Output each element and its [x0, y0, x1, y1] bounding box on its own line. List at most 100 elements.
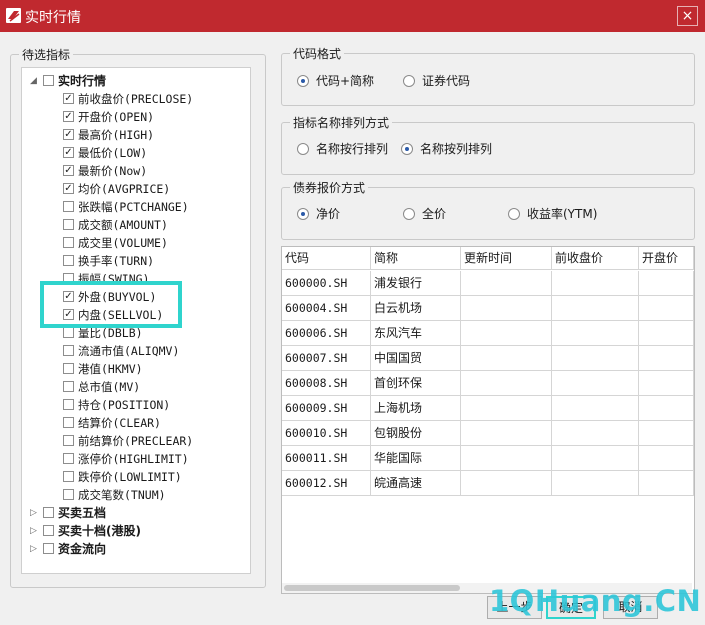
tree-collapsed-icon[interactable]: ▷: [30, 504, 37, 522]
checkbox-icon[interactable]: [43, 543, 54, 554]
checkbox-checked-icon[interactable]: ✓: [63, 147, 74, 158]
sort-mode-title: 指标名称排列方式: [290, 114, 393, 131]
tree-expanded-icon[interactable]: ◢: [30, 72, 37, 90]
column-header[interactable]: 简称: [371, 247, 461, 270]
tree-item-label: 最低价(LOW): [78, 146, 148, 160]
checkbox-icon[interactable]: [63, 327, 74, 338]
tree-collapsed-icon[interactable]: ▷: [30, 522, 37, 540]
tree-item[interactable]: 成交额(AMOUNT): [22, 216, 248, 234]
checkbox-icon[interactable]: [63, 399, 74, 410]
table-cell: [639, 471, 694, 496]
column-header[interactable]: 代码: [282, 247, 371, 270]
checkbox-icon[interactable]: [43, 507, 54, 518]
radio-security-code[interactable]: 证券代码: [403, 72, 503, 90]
radio-code-name[interactable]: 代码+简称: [297, 72, 397, 90]
radio-sort-by-row[interactable]: 名称按行排列: [297, 140, 397, 158]
tree-group-0[interactable]: ◢ 实时行情: [22, 72, 248, 90]
checkbox-checked-icon[interactable]: ✓: [63, 93, 74, 104]
table-cell: 东风汽车: [371, 321, 461, 346]
tree-item[interactable]: 港值(HKMV): [22, 360, 248, 378]
preview-table[interactable]: 代码 简称 更新时间 前收盘价 开盘价 600000.SH 浦发银行 600004.SH 白云机…: [281, 246, 695, 594]
close-button[interactable]: ×: [677, 6, 698, 26]
tree-item[interactable]: 流通市值(ALIQMV): [22, 342, 248, 360]
checkbox-icon[interactable]: [43, 75, 54, 86]
checkbox-icon[interactable]: [63, 489, 74, 500]
tree-group-3[interactable]: ▷ 资金流向: [22, 540, 248, 558]
table-cell: [639, 371, 694, 396]
tree-item[interactable]: 总市值(MV): [22, 378, 248, 396]
radio-sort-by-column[interactable]: 名称按列排列: [401, 140, 511, 158]
table-cell: [552, 371, 639, 396]
radio-full-price[interactable]: 全价: [403, 205, 483, 223]
tree-group-1[interactable]: ▷ 买卖五档: [22, 504, 248, 522]
tree-group-2[interactable]: ▷ 买卖十档(港股): [22, 522, 248, 540]
checkbox-checked-icon[interactable]: ✓: [63, 111, 74, 122]
checkbox-icon[interactable]: [43, 525, 54, 536]
checkbox-icon[interactable]: [63, 363, 74, 374]
tree-collapsed-icon[interactable]: ▷: [30, 540, 37, 558]
checkbox-icon[interactable]: [63, 453, 74, 464]
tree-item[interactable]: ✓ 最低价(LOW): [22, 144, 248, 162]
radio-icon: [403, 208, 415, 220]
table-cell: 600000.SH: [282, 271, 371, 296]
table-cell: [639, 321, 694, 346]
tree-item[interactable]: 张跌幅(PCTCHANGE): [22, 198, 248, 216]
tree-item[interactable]: 前结算价(PRECLEAR): [22, 432, 248, 450]
table-cell: 600004.SH: [282, 296, 371, 321]
table-cell: 600007.SH: [282, 346, 371, 371]
tree-item[interactable]: 结算价(CLEAR): [22, 414, 248, 432]
table-cell: [639, 446, 694, 471]
checkbox-icon[interactable]: [63, 345, 74, 356]
checkbox-icon[interactable]: [63, 255, 74, 266]
tree-item-label: 成交笔数(TNUM): [78, 488, 166, 502]
tree-item[interactable]: 持仓(POSITION): [22, 396, 248, 414]
checkbox-icon[interactable]: [63, 471, 74, 482]
tree-item-label: 涨停价(HIGHLIMIT): [78, 452, 189, 466]
tree-item-label: 流通市值(ALIQMV): [78, 344, 180, 358]
table-cell: [461, 446, 552, 471]
tree-item[interactable]: ✓ 最高价(HIGH): [22, 126, 248, 144]
tree-item[interactable]: ✓ 均价(AVGPRICE): [22, 180, 248, 198]
tree-item[interactable]: 成交笔数(TNUM): [22, 486, 248, 504]
checkbox-checked-icon[interactable]: ✓: [63, 183, 74, 194]
checkbox-icon[interactable]: [63, 417, 74, 428]
tree-item[interactable]: ✓ 开盘价(OPEN): [22, 108, 248, 126]
radio-label: 代码+简称: [316, 74, 375, 88]
tree-item[interactable]: 跌停价(LOWLIMIT): [22, 468, 248, 486]
tree-item[interactable]: ✓ 前收盘价(PRECLOSE): [22, 90, 248, 108]
checkbox-icon[interactable]: [63, 201, 74, 212]
table-cell: 华能国际: [371, 446, 461, 471]
radio-icon: [403, 75, 415, 87]
table-cell: 600010.SH: [282, 421, 371, 446]
column-header[interactable]: 更新时间: [461, 247, 552, 270]
checkbox-icon[interactable]: [63, 237, 74, 248]
checkbox-icon[interactable]: [63, 381, 74, 392]
checkbox-checked-icon[interactable]: ✓: [63, 129, 74, 140]
radio-icon: [297, 208, 309, 220]
tree-item[interactable]: 换手率(TURN): [22, 252, 248, 270]
title-bar: 实时行情 ×: [0, 0, 705, 32]
tree-item-label: 跌停价(LOWLIMIT): [78, 470, 182, 484]
table-cell: [639, 346, 694, 371]
tree-item-label: 最新价(Now): [78, 164, 148, 178]
tree-item[interactable]: 涨停价(HIGHLIMIT): [22, 450, 248, 468]
scrollbar-thumb[interactable]: [284, 585, 460, 591]
column-header[interactable]: 前收盘价: [552, 247, 639, 270]
tree-item-label: 成交里(VOLUME): [78, 236, 168, 250]
checkbox-icon[interactable]: [63, 219, 74, 230]
tree-item[interactable]: 成交里(VOLUME): [22, 234, 248, 252]
radio-label: 全价: [422, 207, 447, 221]
radio-label: 名称按列排列: [420, 142, 493, 156]
radio-clean-price[interactable]: 净价: [297, 205, 377, 223]
checkbox-icon[interactable]: [63, 435, 74, 446]
column-header[interactable]: 开盘价: [639, 247, 694, 270]
table-cell: [461, 371, 552, 396]
indicator-panel-title: 待选指标: [19, 46, 74, 63]
tree-item-label: 换手率(TURN): [78, 254, 155, 268]
tree-group-label: 买卖五档: [58, 506, 107, 520]
radio-ytm[interactable]: 收益率(YTM): [508, 205, 628, 223]
tree-item[interactable]: ✓ 最新价(Now): [22, 162, 248, 180]
checkbox-checked-icon[interactable]: ✓: [63, 165, 74, 176]
table-cell: [552, 321, 639, 346]
table-cell: 中国国贸: [371, 346, 461, 371]
